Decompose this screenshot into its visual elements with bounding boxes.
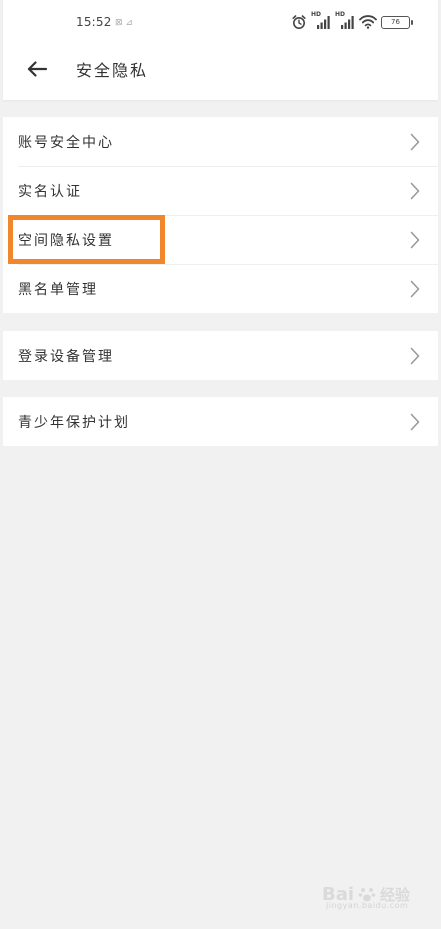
menu-item-real-name[interactable]: 实名认证: [3, 166, 438, 215]
settings-screen: 15:52 ⊠ ⊿ HD HD 76 安全隐私 账号安全中心 实名认证 空间隐私…: [0, 0, 441, 929]
chevron-right-icon: [408, 182, 422, 200]
menu-item-label: 实名认证: [18, 183, 82, 200]
status-bar: 15:52 ⊠ ⊿ HD HD 76: [3, 0, 438, 46]
signal-hd-label-1: HD: [311, 11, 322, 18]
device-settings-group: 登录设备管理: [3, 331, 438, 380]
notification-icons: ⊠ ⊿: [115, 18, 133, 28]
watermark-url: jingyan.baidu.com: [326, 901, 409, 910]
menu-item-space-privacy[interactable]: 空间隐私设置: [3, 215, 438, 264]
chevron-right-icon: [408, 413, 422, 431]
header-card: 15:52 ⊠ ⊿ HD HD 76 安全隐私: [3, 0, 438, 100]
status-icons: HD HD 76: [291, 11, 413, 31]
menu-item-label: 账号安全中心: [18, 134, 114, 151]
menu-item-label: 黑名单管理: [18, 281, 98, 298]
page-title: 安全隐私: [76, 61, 149, 80]
battery-level: 76: [391, 17, 400, 26]
menu-item-label: 空间隐私设置: [18, 232, 114, 249]
chevron-right-icon: [408, 133, 422, 151]
menu-item-label: 青少年保护计划: [18, 414, 130, 431]
youth-protection-group: 青少年保护计划: [3, 397, 438, 446]
battery-icon: 76: [381, 15, 413, 29]
chevron-right-icon: [408, 347, 422, 365]
menu-item-account-security[interactable]: 账号安全中心: [3, 117, 438, 166]
signal-hd-label-2: HD: [335, 11, 346, 18]
status-time: 15:52: [76, 15, 112, 29]
menu-item-login-devices[interactable]: 登录设备管理: [3, 331, 438, 380]
chevron-right-icon: [408, 280, 422, 298]
back-button[interactable]: [21, 53, 53, 85]
menu-item-blacklist[interactable]: 黑名单管理: [3, 264, 438, 313]
menu-item-youth-protection[interactable]: 青少年保护计划: [3, 397, 438, 446]
back-arrow-icon: [27, 61, 48, 77]
signal-hd-icon-1: HD: [311, 11, 331, 29]
account-settings-group: 账号安全中心 实名认证 空间隐私设置 黑名单管理: [3, 117, 438, 313]
wifi-icon: [359, 15, 377, 29]
baidu-watermark: Bai 经验 jingyan.baidu.com: [322, 876, 418, 912]
menu-item-label: 登录设备管理: [18, 348, 114, 365]
signal-hd-icon-2: HD: [335, 11, 355, 29]
chevron-right-icon: [408, 231, 422, 249]
alarm-icon: [291, 14, 307, 30]
